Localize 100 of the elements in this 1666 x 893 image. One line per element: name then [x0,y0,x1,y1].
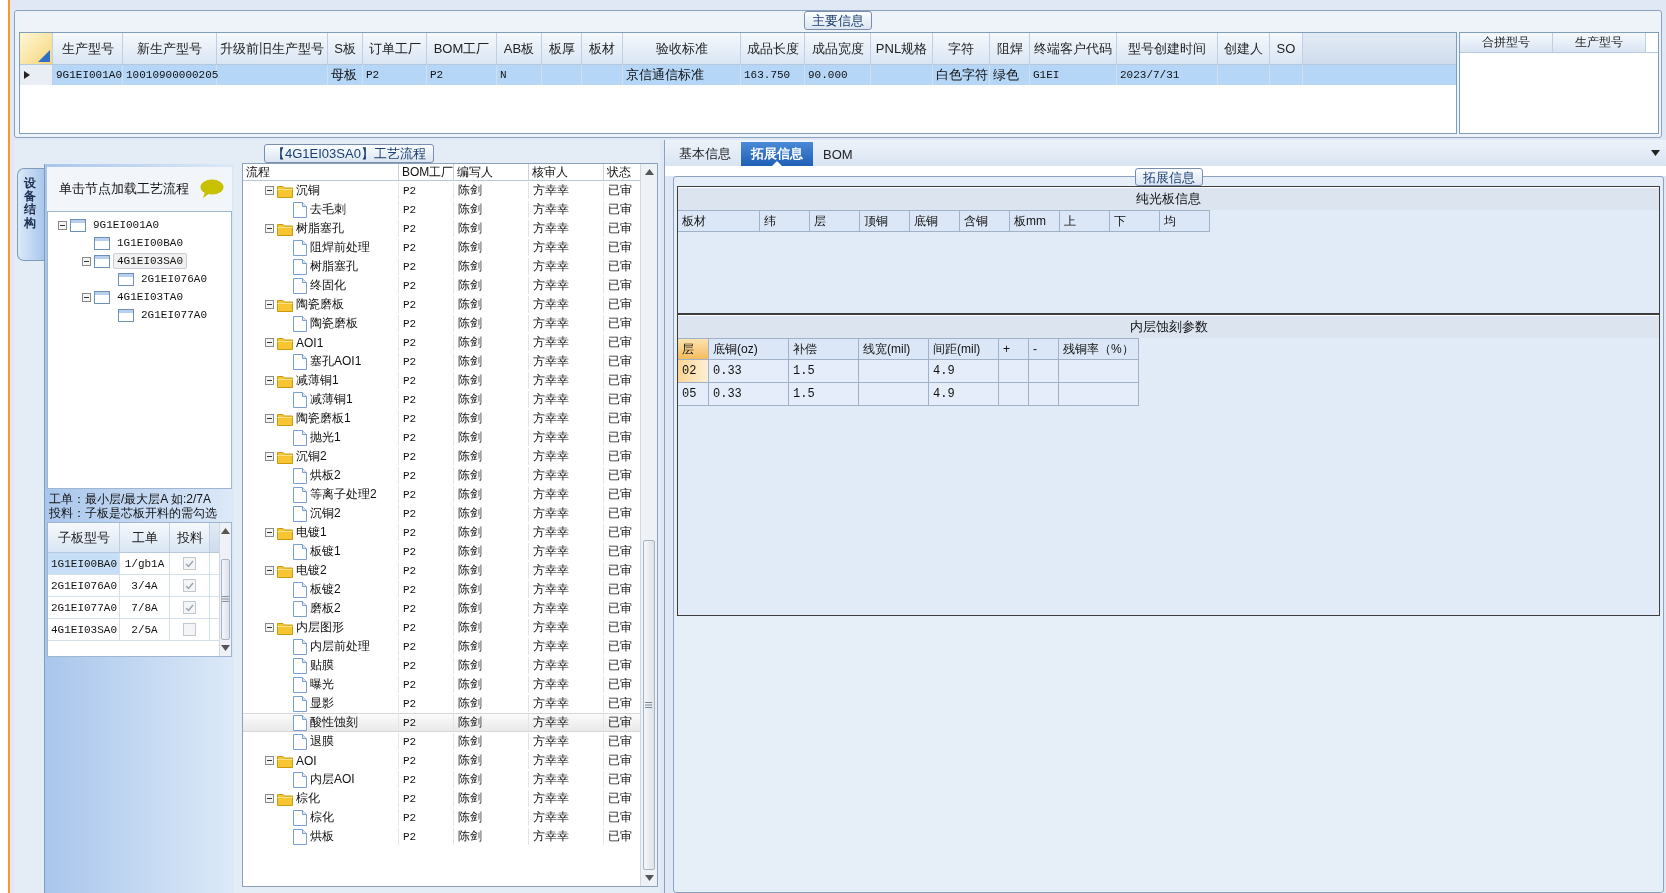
column-header[interactable]: 阻焊 [990,33,1030,64]
table-row[interactable]: 1G1EI00BA0 1/gb1A [48,553,219,575]
collapse-icon[interactable] [82,256,91,266]
collapse-icon[interactable] [265,376,274,385]
column-header[interactable]: 工单 [120,523,170,552]
column-header[interactable]: 残铜率（%） [1059,338,1139,360]
scrollbar[interactable] [219,523,231,656]
scroll-up-icon[interactable] [644,169,654,175]
column-header[interactable]: S板 [328,33,363,64]
column-header[interactable]: 型号创建时间 [1117,33,1218,64]
column-header[interactable]: PNL规格 [871,33,933,64]
collapse-icon[interactable] [265,414,274,423]
table-row[interactable]: 2G1EI076A0 3/4A [48,575,219,597]
column-header[interactable]: BOM工厂 [427,33,497,64]
checkbox[interactable] [183,579,196,592]
column-header[interactable]: 板厚 [542,33,582,64]
column-header[interactable]: 订单工厂 [363,33,427,64]
column-header[interactable]: 线宽(mil) [859,338,929,360]
column-header[interactable]: AB板 [497,33,542,64]
scroll-down-icon[interactable] [644,875,654,881]
select-all-corner[interactable] [20,33,53,64]
tree-item[interactable]: 2G1EI077A0 [137,307,211,323]
column-header[interactable]: 验收标准 [623,33,741,64]
column-header[interactable]: 上 [1060,210,1110,232]
table-cell: 陈剑 [454,277,529,294]
collapse-icon[interactable] [58,220,67,230]
tab[interactable]: 基本信息 [669,142,741,166]
collapse-icon[interactable] [265,756,274,765]
column-header[interactable]: 新生产型号 [123,33,217,64]
column-header[interactable]: 编写人 [454,164,529,180]
column-header[interactable]: 板材 [678,210,760,232]
collapse-icon[interactable] [265,528,274,537]
column-header[interactable]: 合拼型号 [1460,33,1553,52]
table-cell: 163.750 [744,69,791,81]
column-header[interactable]: 补偿 [789,338,859,360]
column-header[interactable]: - [1029,338,1059,360]
collapse-icon[interactable] [265,566,274,575]
scroll-up-icon[interactable] [221,528,230,534]
tree-item[interactable]: 4G1EI03SA0 [113,253,187,269]
scroll-down-icon[interactable] [221,645,230,651]
column-header[interactable]: BOM工厂 [399,164,454,180]
column-header[interactable]: 生产型号 [53,33,123,64]
table-row[interactable]: 2G1EI077A0 7/8A [48,597,219,619]
step-name: 退膜 [310,733,334,750]
column-header[interactable]: 层 [810,210,860,232]
column-header[interactable]: 成品宽度 [805,33,871,64]
column-header[interactable]: 纬 [760,210,810,232]
column-header[interactable]: 顶铜 [860,210,910,232]
collapse-icon[interactable] [265,794,274,803]
column-header[interactable]: 间距(mil) [929,338,999,360]
table-row[interactable]: 酸性蚀刻 P2 陈剑 方幸幸 已审 [243,713,640,732]
table-cell: P2 [399,543,454,560]
dropdown-caret-icon[interactable] [1651,150,1660,156]
column-header[interactable]: 成品长度 [741,33,805,64]
column-header[interactable]: SO [1270,33,1303,64]
table-row[interactable]: 9G1EI001A0 10010900000205 母板 P2 P2 N 京信通信标准 163.750 90.000 白色字符 绿色 G1EI 2023/7/31 [20,65,1456,85]
column-header[interactable]: 生产型号 [1553,33,1646,52]
column-header[interactable]: + [999,338,1029,360]
collapse-icon[interactable] [265,338,274,347]
tree-item[interactable]: 4G1EI03TA0 [113,289,187,305]
column-header[interactable]: 子板型号 [48,523,120,552]
column-header[interactable]: 流程 [243,164,399,180]
table-cell: 陈剑 [454,790,529,807]
collapse-icon[interactable] [265,186,274,195]
column-header[interactable]: 升级前旧生产型号 [217,33,328,64]
collapse-icon[interactable] [265,623,274,632]
side-tab[interactable]: 设备结构 [17,168,44,261]
column-header[interactable]: 底铜(oz) [709,338,789,360]
scrollbar-thumb[interactable] [642,540,656,870]
collapse-icon[interactable] [265,224,274,233]
column-header[interactable]: 板mm [1010,210,1060,232]
column-header[interactable]: 核审人 [529,164,604,180]
tree-item[interactable]: 1G1EI00BA0 [113,235,187,251]
scrollbar[interactable] [640,164,657,886]
column-header[interactable]: 创建人 [1218,33,1270,64]
column-header[interactable]: 投料 [170,523,210,552]
tab[interactable]: BOM [813,142,863,166]
column-header[interactable]: 下 [1110,210,1160,232]
column-header[interactable]: 底铜 [910,210,960,232]
tree-item[interactable]: 2G1EI076A0 [137,271,211,287]
table-cell: 陈剑 [454,771,529,788]
collapse-icon[interactable] [82,292,91,302]
table-cell: 2023/7/31 [1120,69,1180,81]
column-header[interactable]: 均 [1160,210,1210,232]
column-header[interactable]: 终端客户代码 [1030,33,1117,64]
column-header[interactable]: 层 [678,338,709,360]
checkbox[interactable] [183,601,196,614]
column-header[interactable]: 含铜 [960,210,1010,232]
collapse-icon[interactable] [265,452,274,461]
checkbox[interactable] [183,623,196,636]
checkbox[interactable] [183,557,196,570]
tree-item[interactable]: 9G1EI001A0 [89,217,163,233]
scrollbar-thumb[interactable] [221,558,230,640]
tab[interactable]: 拓展信息 [741,142,813,166]
table-row[interactable]: 4G1EI03SA0 2/5A [48,619,219,641]
column-header[interactable]: 板材 [582,33,623,64]
column-header[interactable]: 字符 [933,33,990,64]
table-cell: G1EI [1033,69,1060,81]
collapse-icon[interactable] [265,300,274,309]
table-cell: 陈剑 [454,410,529,427]
